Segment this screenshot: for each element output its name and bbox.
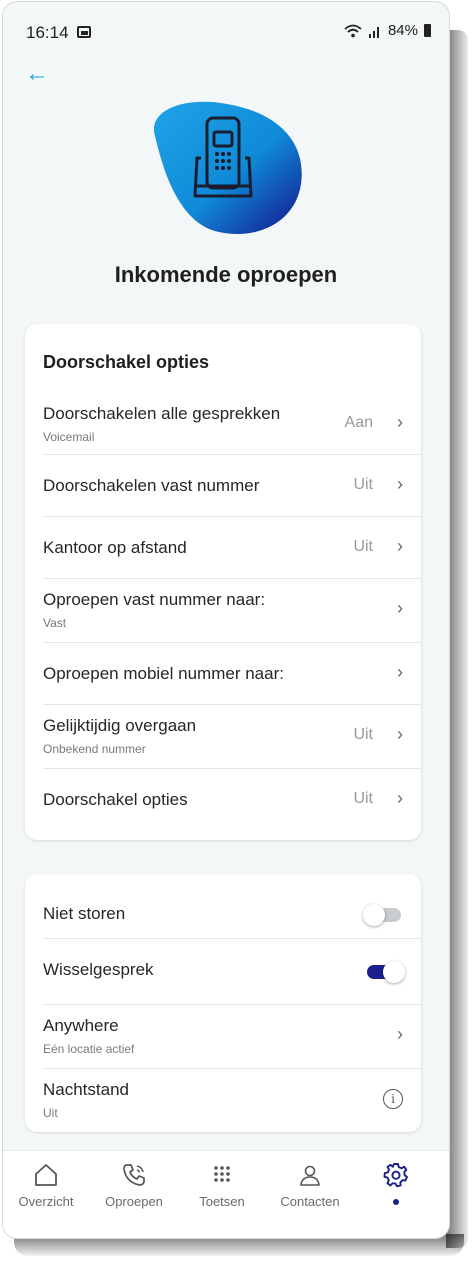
- row-label: Doorschakelen vast nummer: [43, 476, 260, 495]
- row-mobile-calls-to[interactable]: Oproepen mobiel nummer naar: ›: [43, 642, 421, 705]
- row-remote-office[interactable]: Kantoor op afstand Uit ›: [43, 516, 421, 579]
- row-label: Kantoor op afstand: [43, 538, 187, 557]
- gallery-icon: [77, 26, 91, 38]
- info-icon[interactable]: i: [383, 1089, 403, 1109]
- row-sublabel: Voicemail: [43, 430, 95, 444]
- do-not-disturb-toggle[interactable]: [363, 904, 401, 926]
- row-do-not-disturb: Niet storen: [43, 874, 421, 939]
- phone-icon: [123, 1164, 145, 1186]
- signal-icon: [368, 26, 379, 38]
- status-time: 16:14: [26, 23, 69, 42]
- nav-label: Contacten: [280, 1194, 340, 1209]
- nav-label: Oproepen: [105, 1194, 163, 1209]
- row-simultaneous-ring[interactable]: Gelijktijdig overgaan Onbekend nummer Ui…: [43, 704, 421, 769]
- nav-label: Overzicht: [18, 1194, 74, 1209]
- card-heading: Doorschakel opties: [43, 352, 210, 372]
- page-title: Inkomende oproepen: [114, 262, 338, 287]
- chevron-right-icon: ›: [397, 598, 403, 618]
- dialpad-icon: [214, 1166, 230, 1182]
- gear-icon: [383, 1163, 408, 1188]
- row-value: Aan: [344, 414, 373, 431]
- row-label: Niet storen: [43, 904, 126, 923]
- row-landline-calls-to[interactable]: Oproepen vast nummer naar: Vast ›: [43, 578, 421, 643]
- forwarding-options-card: Doorschakel opties Doorschakelen alle ge…: [25, 324, 421, 840]
- row-anywhere[interactable]: Anywhere Eén locatie actief ›: [43, 1004, 421, 1069]
- row-value: Uit: [353, 726, 373, 743]
- wifi-icon: [344, 24, 362, 37]
- call-settings-card: Niet storen Wisselgesprek Anywhere Eén l…: [25, 874, 421, 1132]
- row-value: Uit: [353, 476, 373, 493]
- row-value: Uit: [353, 538, 373, 555]
- bottom-navigation: Overzicht Oproepen Toetsen Contacten: [3, 1150, 449, 1238]
- row-label: Wisselgesprek: [43, 960, 154, 979]
- row-label: Anywhere: [43, 1016, 119, 1035]
- row-forward-landline[interactable]: Doorschakelen vast nummer Uit ›: [43, 454, 421, 517]
- row-forwarding-options[interactable]: Doorschakel opties Uit ›: [43, 768, 421, 830]
- chevron-right-icon: ›: [397, 724, 403, 744]
- row-label: Oproepen mobiel nummer naar:: [43, 664, 284, 683]
- chevron-right-icon: ›: [397, 412, 403, 432]
- row-label: Nachtstand: [43, 1080, 129, 1099]
- row-night-mode: Nachtstand Uit i: [43, 1068, 421, 1132]
- active-indicator-dot: [393, 1199, 399, 1205]
- nav-contacten[interactable]: Contacten: [267, 1159, 353, 1209]
- row-sublabel: Onbekend nummer: [43, 742, 146, 756]
- system-icons: 84%: [344, 22, 431, 39]
- chevron-right-icon: ›: [397, 474, 403, 494]
- row-label: Doorschakelen alle gesprekken: [43, 404, 281, 423]
- row-sublabel: Vast: [43, 616, 67, 630]
- landline-phone-illustration: [153, 101, 302, 234]
- row-label: Oproepen vast nummer naar:: [43, 590, 266, 609]
- nav-oproepen[interactable]: Oproepen: [91, 1159, 177, 1209]
- row-value: Uit: [353, 790, 373, 807]
- nav-toetsen[interactable]: Toetsen: [179, 1159, 265, 1209]
- phone-screen: 16:14 84% ← Inkomende oproepen Doorschak…: [3, 2, 449, 1238]
- row-forward-all-calls[interactable]: Doorschakelen alle gesprekken Voicemail …: [43, 392, 421, 455]
- nav-overzicht[interactable]: Overzicht: [3, 1159, 89, 1209]
- battery-icon: [424, 24, 431, 37]
- call-waiting-toggle[interactable]: [367, 961, 405, 983]
- back-arrow-icon[interactable]: ←: [25, 62, 49, 86]
- chevron-right-icon: ›: [397, 1024, 403, 1044]
- nav-settings[interactable]: [353, 1159, 439, 1205]
- row-call-waiting: Wisselgesprek: [43, 938, 421, 1005]
- nav-label: Toetsen: [199, 1194, 245, 1209]
- chevron-right-icon: ›: [397, 536, 403, 556]
- row-label: Doorschakel opties: [43, 790, 188, 809]
- person-icon: [300, 1165, 320, 1186]
- chevron-right-icon: ›: [397, 662, 403, 682]
- status-bar: 16:14 84%: [3, 2, 449, 62]
- chevron-right-icon: ›: [397, 788, 403, 808]
- row-label: Gelijktijdig overgaan: [43, 716, 197, 735]
- row-sublabel: Eén locatie actief: [43, 1042, 135, 1056]
- battery-percentage: 84%: [387, 22, 418, 39]
- frame-shadow-right: [446, 30, 468, 1248]
- home-icon: [35, 1164, 57, 1186]
- row-sublabel: Uit: [43, 1106, 58, 1120]
